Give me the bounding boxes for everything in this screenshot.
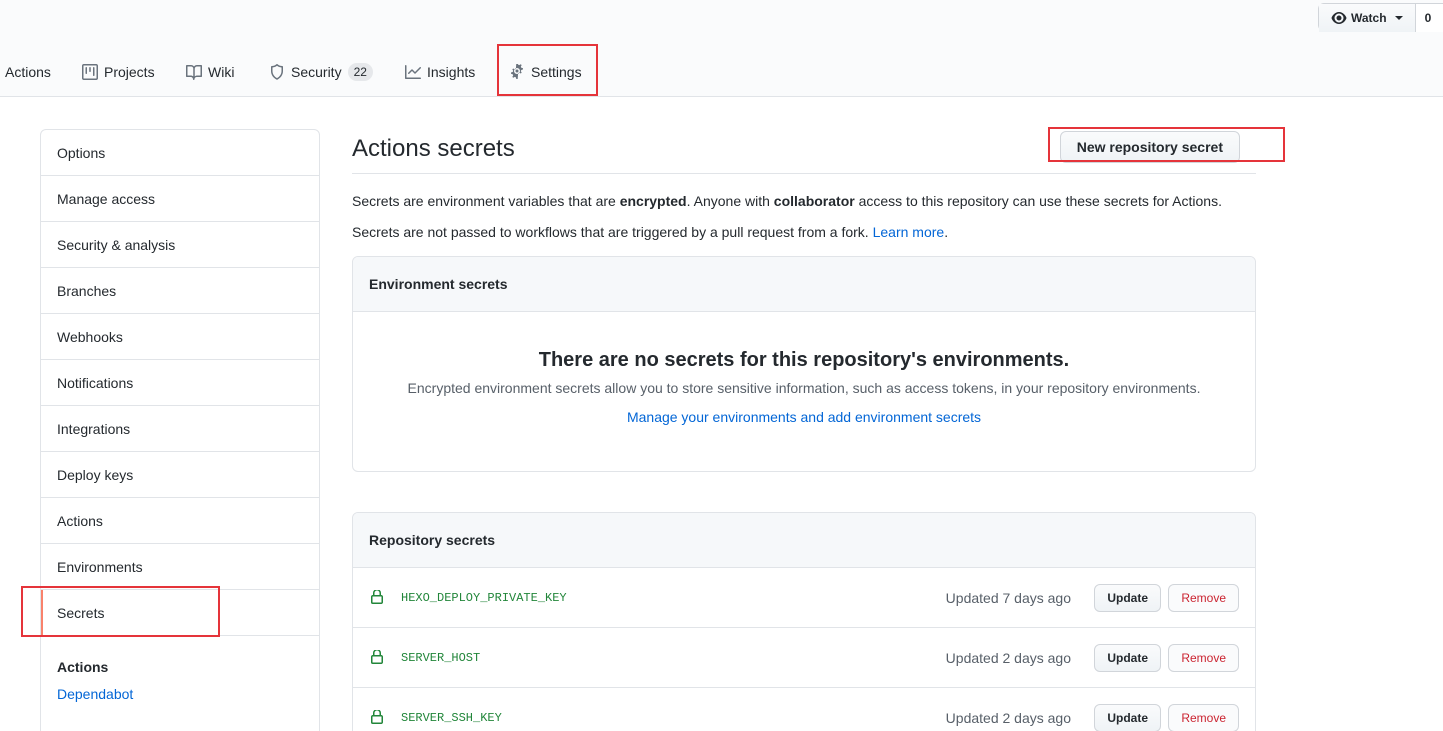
remove-secret-button[interactable]: Remove — [1168, 643, 1239, 672]
secret-name: SERVER_SSH_KEY — [401, 710, 502, 725]
environment-secrets-header: Environment secrets — [353, 257, 1255, 312]
shield-icon — [271, 64, 283, 80]
sidebar-item-manage-access[interactable]: Manage access — [41, 176, 319, 222]
main-header: Actions secrets New repository secret — [352, 129, 1256, 174]
tab-actions[interactable]: Actions — [5, 48, 51, 96]
sidebar-item-notifications[interactable]: Notifications — [41, 360, 319, 406]
tab-security-label: Security — [291, 64, 342, 80]
gear-icon — [511, 64, 523, 79]
sidebar-item-deploy-keys[interactable]: Deploy keys — [41, 452, 319, 498]
tab-actions-label: Actions — [5, 64, 51, 80]
desc2-part-a: Secrets are not passed to workflows that… — [352, 224, 873, 240]
sidebar-section-actions: Actions Dependabot — [41, 636, 319, 702]
main-content: Actions secrets New repository secret Se… — [352, 129, 1256, 731]
desc1-part-c: . Anyone with — [686, 193, 774, 209]
sidebar-link-dependabot[interactable]: Dependabot — [57, 686, 303, 702]
secret-updated: Updated 2 days ago — [945, 709, 1071, 726]
lock-icon — [371, 710, 383, 724]
desc2-end: . — [944, 224, 949, 240]
watch-count[interactable]: 0 — [1415, 4, 1443, 32]
blankslate-title: There are no secrets for this repository… — [538, 349, 1070, 371]
tab-projects[interactable]: Projects — [82, 48, 155, 96]
sidebar-item-actions[interactable]: Actions — [41, 498, 319, 544]
tab-projects-label: Projects — [104, 64, 155, 80]
tab-insights-label: Insights — [427, 64, 476, 80]
eye-icon — [1331, 12, 1347, 24]
tab-wiki[interactable]: Wiki — [186, 48, 234, 96]
book-icon — [186, 65, 202, 80]
security-count-badge: 22 — [347, 63, 373, 81]
desc1-encrypted: encrypted — [619, 193, 687, 209]
update-secret-button[interactable]: Update — [1094, 703, 1161, 731]
tab-security[interactable]: Security 22 — [269, 48, 373, 96]
learn-more-link[interactable]: Learn more — [873, 224, 945, 240]
remove-secret-button[interactable]: Remove — [1168, 583, 1239, 612]
secret-row: SERVER_HOST Updated 2 days ago Update Re… — [353, 628, 1255, 688]
tab-insights[interactable]: Insights — [405, 48, 475, 96]
secret-updated: Updated 7 days ago — [945, 589, 1071, 606]
repository-secrets-header: Repository secrets — [353, 513, 1255, 568]
desc1-collaborator: collaborator — [773, 193, 855, 209]
sidebar-item-security-analysis[interactable]: Security & analysis — [41, 222, 319, 268]
lock-icon — [371, 590, 383, 604]
desc1-part-e: access to this repository can use these … — [854, 193, 1222, 209]
secret-updated: Updated 2 days ago — [945, 649, 1071, 666]
settings-sidebar: Options Manage access Security & analysi… — [40, 129, 320, 731]
sidebar-item-environments[interactable]: Environments — [41, 544, 319, 590]
graph-icon — [405, 65, 421, 79]
watch-group: Watch 0 — [1318, 3, 1443, 32]
project-icon — [82, 64, 98, 80]
desc1-part-a: Secrets are environment variables that a… — [352, 193, 620, 209]
tab-wiki-label: Wiki — [208, 64, 235, 80]
sidebar-item-branches[interactable]: Branches — [41, 268, 319, 314]
update-secret-button[interactable]: Update — [1094, 583, 1161, 612]
manage-environments-link[interactable]: Manage your environments and add environ… — [627, 409, 981, 425]
update-secret-button[interactable]: Update — [1094, 643, 1161, 672]
tab-settings-label: Settings — [531, 64, 582, 80]
environment-secrets-box: Environment secrets There are no secrets… — [352, 256, 1256, 472]
sidebar-section-title: Actions — [57, 659, 109, 675]
watch-label: Watch — [1351, 11, 1387, 25]
description-encrypted: Secrets are environment variables that a… — [352, 191, 1256, 211]
environment-secrets-blankslate: There are no secrets for this repository… — [353, 312, 1255, 471]
secret-name: SERVER_HOST — [401, 650, 481, 665]
new-repository-secret-button[interactable]: New repository secret — [1059, 131, 1240, 163]
caret-down-icon — [1394, 16, 1403, 20]
tab-settings[interactable]: Settings — [509, 48, 582, 96]
secret-name: HEXO_DEPLOY_PRIVATE_KEY — [401, 590, 567, 605]
secret-row: SERVER_SSH_KEY Updated 2 days ago Update… — [353, 688, 1255, 731]
sidebar-item-secrets[interactable]: Secrets — [41, 590, 319, 636]
sidebar-item-integrations[interactable]: Integrations — [41, 406, 319, 452]
blankslate-text: Encrypted environment secrets allow you … — [407, 380, 1201, 396]
repository-secrets-box: Repository secrets HEXO_DEPLOY_PRIVATE_K… — [352, 512, 1256, 731]
sidebar-item-webhooks[interactable]: Webhooks — [41, 314, 319, 360]
remove-secret-button[interactable]: Remove — [1168, 703, 1239, 731]
watch-button[interactable]: Watch — [1319, 4, 1416, 32]
description-fork: Secrets are not passed to workflows that… — [352, 222, 1256, 242]
repo-header: Watch 0 Actions Projects Wiki Security 2… — [0, 0, 1443, 97]
secret-row: HEXO_DEPLOY_PRIVATE_KEY Updated 7 days a… — [353, 568, 1255, 628]
lock-icon — [371, 650, 383, 664]
sidebar-item-options[interactable]: Options — [41, 130, 319, 176]
page-title: Actions secrets — [352, 135, 515, 162]
